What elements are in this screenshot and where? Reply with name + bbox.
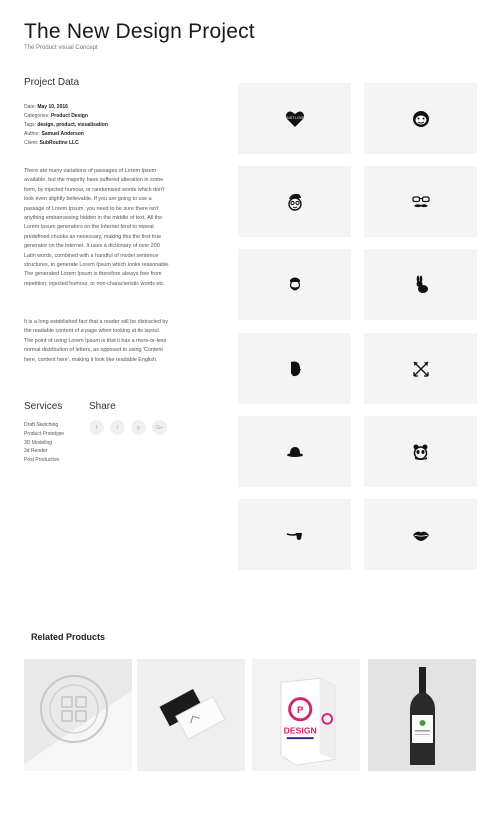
- related-product-business-cards[interactable]: [137, 659, 245, 771]
- meta-date: Date: May 10, 2016: [24, 104, 68, 110]
- gallery-tile[interactable]: [364, 333, 477, 404]
- badge-text: JUST LOVE: [285, 116, 304, 120]
- meta-author: Author: Samuel Anderson: [24, 131, 84, 137]
- gallery-tile[interactable]: [364, 416, 477, 487]
- bearded-profile-icon: [290, 361, 301, 376]
- related-product-wine[interactable]: [368, 659, 476, 771]
- bowler-hat-icon: [286, 446, 303, 457]
- project-data-heading: Project Data: [24, 77, 80, 88]
- business-cards-mockup-image: [137, 659, 245, 771]
- related-products-heading: Related Products: [31, 632, 106, 642]
- wine-bottle-mockup-image: [368, 659, 476, 771]
- bearded-man-icon: [289, 277, 300, 290]
- heart-badge-icon: JUST LOVE: [285, 111, 304, 127]
- project-description-2: It is a long established fact that a rea…: [24, 319, 169, 363]
- facebook-share-button[interactable]: f: [89, 420, 104, 435]
- gallery-tile[interactable]: [238, 499, 351, 570]
- share-buttons: f t p G+: [89, 420, 167, 435]
- page-subtitle: The Product visual Concept: [24, 45, 98, 51]
- gallery-tile[interactable]: [364, 166, 477, 237]
- tags-link[interactable]: design, product, visualisation: [37, 122, 108, 128]
- smoking-pipe-icon: [286, 532, 302, 540]
- glasses-mustache-icon: [411, 195, 430, 207]
- pinterest-icon: p: [137, 424, 140, 431]
- page-title: The New Design Project: [24, 20, 255, 43]
- gallery-tile[interactable]: [238, 166, 351, 237]
- twitter-share-button[interactable]: t: [110, 420, 125, 435]
- service-item: Draft Sketching: [24, 422, 59, 428]
- service-item: 3d Render: [24, 448, 48, 455]
- services-heading: Services: [24, 401, 63, 412]
- stamp-mockup-image: [24, 659, 132, 771]
- gallery-tile[interactable]: [238, 333, 351, 404]
- gallery-tile[interactable]: [238, 249, 351, 320]
- service-item: Product Prototype: [24, 430, 65, 437]
- twitter-icon: t: [116, 424, 119, 431]
- category-link[interactable]: Product Design: [51, 113, 88, 119]
- gallery-tile[interactable]: JUST LOVE: [238, 83, 351, 154]
- gallery-tile[interactable]: [364, 83, 477, 154]
- service-item: 3D Modeling: [24, 439, 53, 446]
- box-mockup-image: P DESIGN: [252, 661, 360, 769]
- gallery-tile[interactable]: [364, 249, 477, 320]
- hipster-face-icon: [287, 193, 302, 211]
- gallery-tile[interactable]: [364, 499, 477, 570]
- related-product-box[interactable]: P DESIGN: [252, 659, 360, 771]
- meta-tags: Tags: design, product, visualisation: [24, 122, 108, 128]
- meta-categories: Categories: Product Design: [24, 113, 88, 119]
- meta-client: Client: SubRoutine LLC: [24, 140, 79, 146]
- project-meta: Date: May 10, 2016 Categories: Product D…: [24, 103, 108, 148]
- panda-icon: [413, 444, 427, 460]
- services-list: Draft Sketching Product Prototype 3D Mod…: [24, 421, 64, 465]
- pinterest-share-button[interactable]: p: [131, 420, 146, 435]
- box-brand-text: DESIGN: [284, 725, 317, 735]
- share-heading: Share: [89, 401, 116, 412]
- service-item: Post Production: [24, 457, 60, 464]
- monkey-face-icon: [412, 110, 429, 127]
- facebook-icon: f: [95, 424, 98, 431]
- google-plus-share-button[interactable]: G+: [152, 420, 167, 435]
- google-plus-icon: G+: [156, 424, 163, 431]
- crossed-arrows-icon: [412, 361, 429, 377]
- gallery-tile[interactable]: [238, 416, 351, 487]
- related-product-stamp[interactable]: [24, 659, 132, 771]
- svg-text:P: P: [297, 705, 304, 716]
- rabbit-icon: [416, 275, 428, 293]
- lips-icon: [412, 531, 429, 541]
- project-description-1: There are many variations of passages of…: [24, 168, 170, 287]
